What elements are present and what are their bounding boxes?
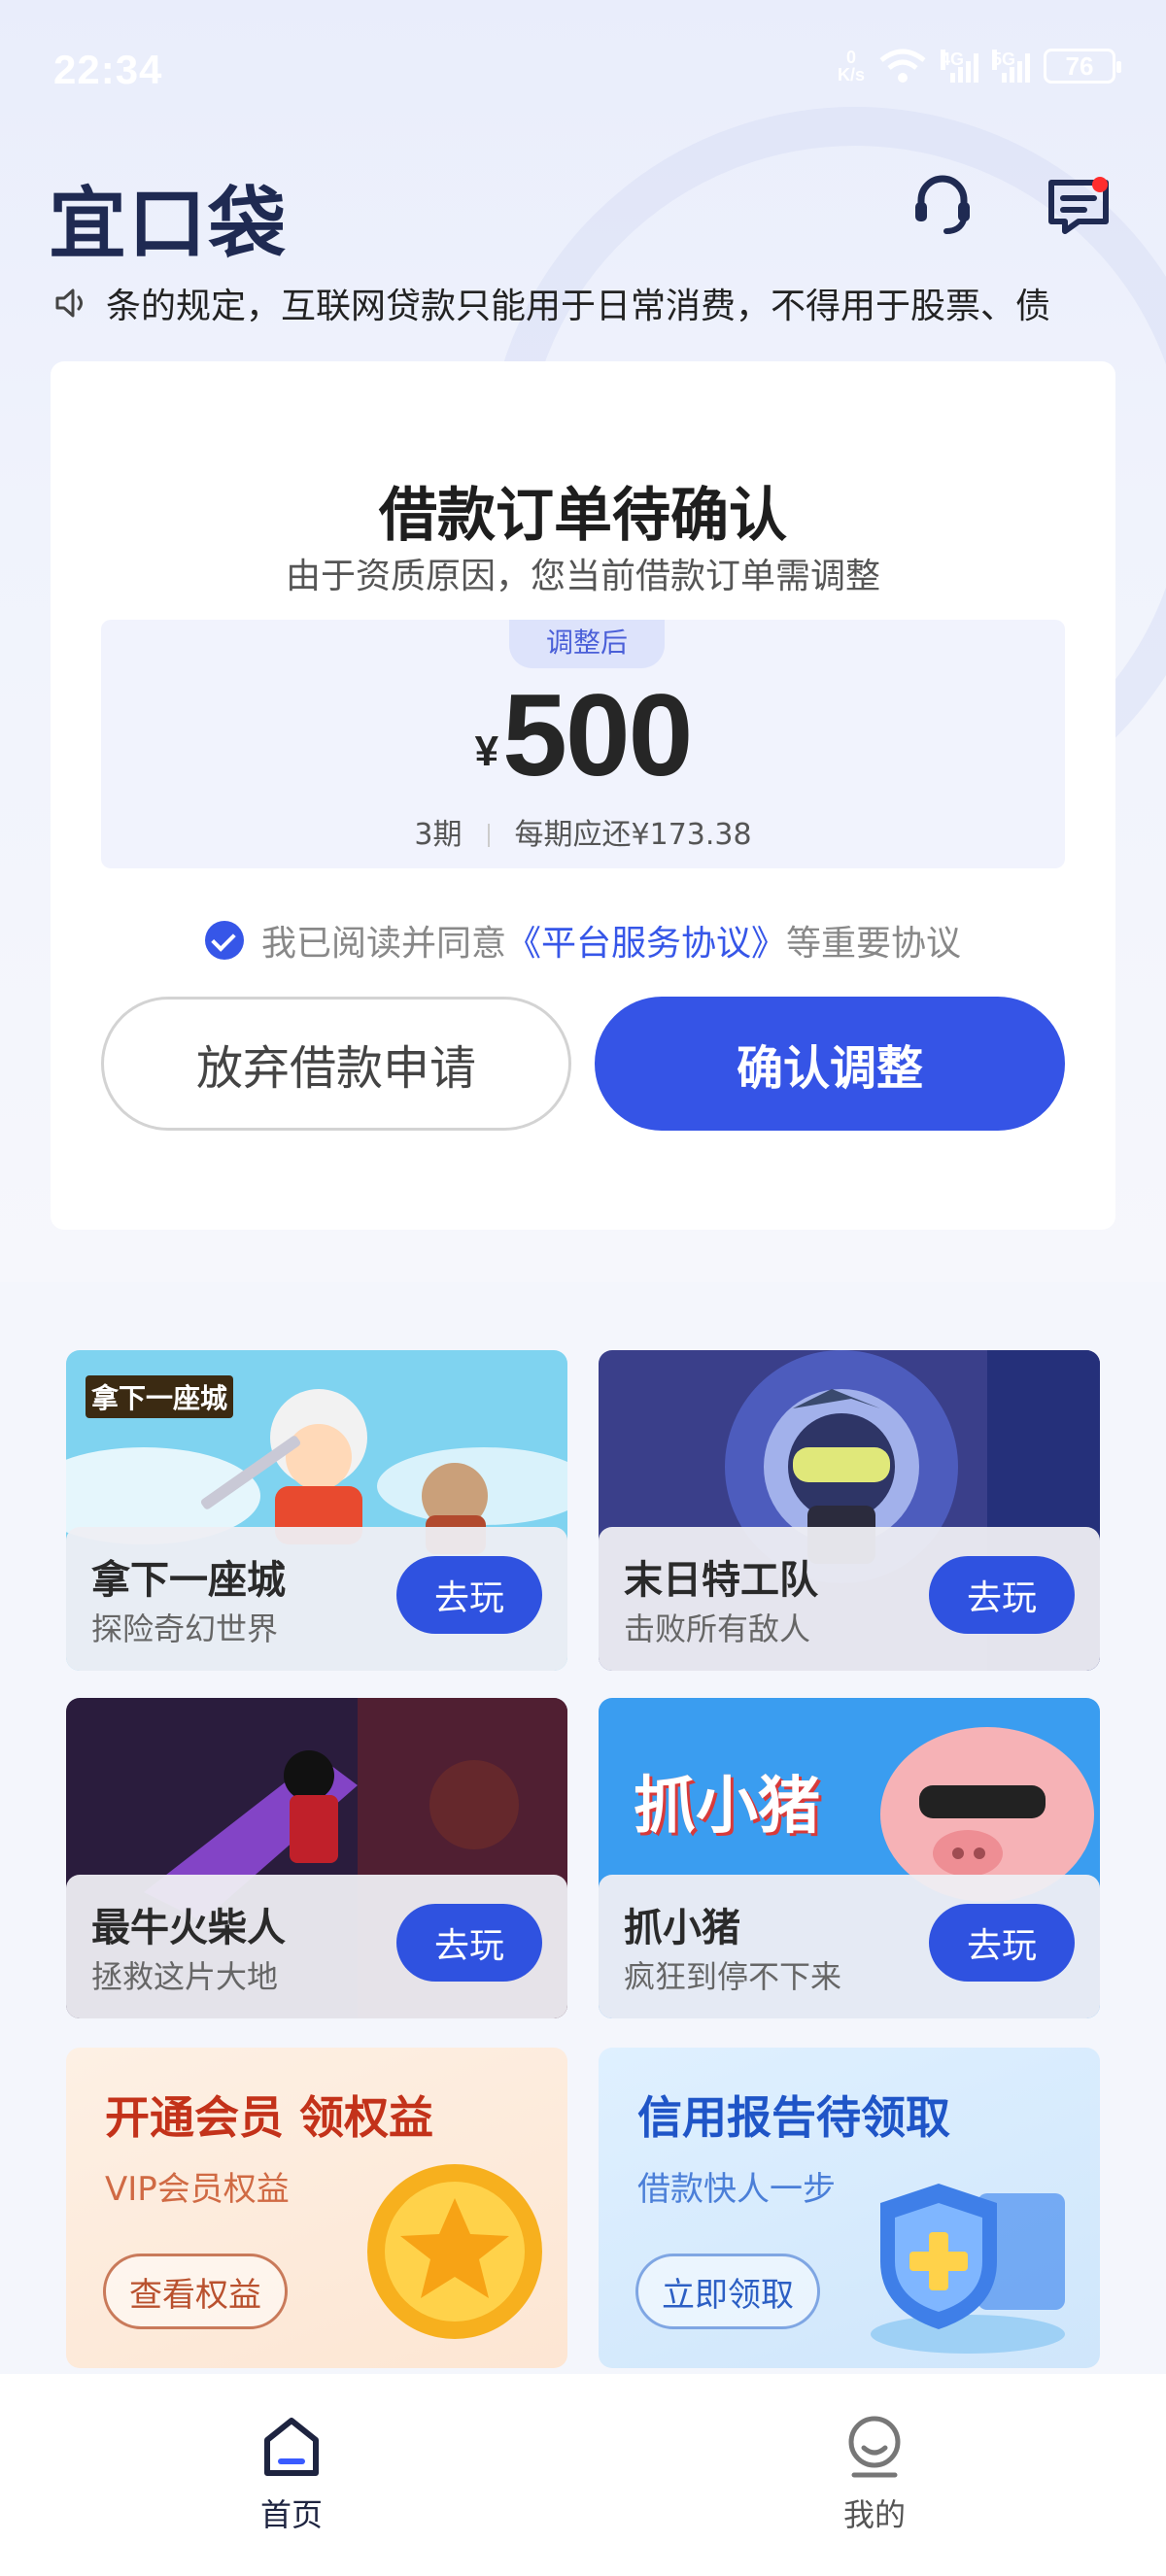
abandon-loan-button[interactable]: 放弃借款申请 — [101, 997, 571, 1131]
game-card[interactable]: 末日特工队 击败所有敌人 去玩 — [599, 1350, 1100, 1671]
currency-symbol: ¥ — [474, 728, 499, 775]
confirm-adjust-button[interactable]: 确认调整 — [595, 997, 1065, 1131]
unread-dot — [1092, 177, 1108, 192]
game-desc: 击败所有敌人 — [624, 1610, 811, 1647]
game-card[interactable]: 抓小猪 抓小猪 疯狂到停不下来 去玩 — [599, 1698, 1100, 2018]
amount-value: 500 — [502, 670, 693, 800]
game-card[interactable]: 最牛火柴人 拯救这片大地 去玩 — [66, 1698, 567, 2018]
game-banner-text: 拿下一座城 — [86, 1375, 234, 1418]
loan-order-card: 借款订单待确认 由于资质原因，您当前借款订单需调整 调整后 ¥500 3期 每期应… — [51, 361, 1115, 1230]
game-desc: 探险奇幻世界 — [91, 1610, 279, 1647]
app-header: 宜口袋 — [0, 155, 1166, 269]
play-button[interactable]: 去玩 — [396, 1904, 542, 1982]
profile-icon — [848, 2416, 901, 2478]
loan-amount: ¥500 — [101, 668, 1065, 802]
network-speed: 0 K/s — [837, 48, 865, 85]
credit-report-card[interactable]: 信用报告待领取 借款快人一步 立即领取 — [599, 2048, 1100, 2368]
promo-subtitle: VIP会员权益 — [105, 2170, 290, 2209]
message-icon[interactable] — [1040, 165, 1117, 243]
game-name: 最牛火柴人 — [91, 1906, 286, 1950]
periods: 3期 — [414, 818, 463, 852]
agree-checkbox[interactable] — [204, 921, 244, 960]
game-name: 抓小猪 — [624, 1906, 740, 1950]
promo-title: 开通会员 领权益 — [105, 2091, 434, 2144]
game-desc: 疯狂到停不下来 — [624, 1958, 842, 1995]
game-info: 最牛火柴人 拯救这片大地 去玩 — [66, 1875, 567, 2018]
game-info: 抓小猪 疯狂到停不下来 去玩 — [599, 1875, 1100, 2018]
view-benefits-button[interactable]: 查看权益 — [103, 2254, 288, 2329]
adjusted-tag: 调整后 — [509, 620, 665, 668]
status-time: 22:34 — [53, 47, 163, 92]
nav-home-label: 首页 — [259, 2496, 323, 2533]
play-button[interactable]: 去玩 — [929, 1904, 1075, 1982]
game-info: 拿下一座城 探险奇幻世界 去玩 — [66, 1527, 567, 1671]
gold-coin-icon — [367, 2164, 542, 2339]
wifi-icon — [879, 49, 926, 83]
game-name: 拿下一座城 — [91, 1558, 286, 1603]
nav-mine-label: 我的 — [842, 2496, 906, 2533]
speaker-icon — [55, 288, 83, 318]
card-subtitle: 由于资质原因，您当前借款订单需调整 — [285, 557, 880, 596]
card-title: 借款订单待确认 — [379, 482, 787, 550]
nav-home[interactable]: 首页 — [214, 2413, 369, 2535]
battery-icon: 76 — [1044, 49, 1121, 84]
cellular-signal-icon-2: 5G — [992, 50, 1030, 83]
app-logo: 宜口袋 — [49, 179, 288, 269]
game-name: 末日特工队 — [624, 1558, 818, 1603]
status-bar: 22:34 0 K/s 4G 5G 76 — [0, 0, 1166, 146]
promo-title: 信用报告待领取 — [637, 2091, 950, 2144]
game-card[interactable]: 拿下一座城 拿下一座城 探险奇幻世界 去玩 — [66, 1350, 567, 1671]
status-icons: 0 K/s 4G 5G 76 — [837, 48, 1121, 85]
game-desc: 拯救这片大地 — [91, 1958, 279, 1995]
promo-subtitle: 借款快人一步 — [637, 2170, 836, 2209]
game-info: 末日特工队 击败所有敌人 去玩 — [599, 1527, 1100, 1671]
home-icon — [264, 2418, 319, 2476]
bottom-navigation: 首页 我的 — [0, 2374, 1166, 2576]
shield-icon — [871, 2184, 1065, 2354]
amount-box: 调整后 ¥500 3期 每期应还¥173.38 — [101, 620, 1065, 868]
divider — [487, 824, 490, 847]
game-banner-text: 抓小猪 — [634, 1771, 820, 1843]
play-button[interactable]: 去玩 — [929, 1556, 1075, 1634]
repayment-detail: 3期 每期应还¥173.38 — [101, 810, 1065, 853]
cellular-signal-icon: 4G — [941, 50, 978, 83]
notice-text: 条的规定，互联网贷款只能用于日常消费，不得用于股票、债 — [106, 287, 1051, 326]
notice-bar[interactable]: 条的规定，互联网贷款只能用于日常消费，不得用于股票、债 — [53, 274, 1113, 332]
customer-service-icon[interactable] — [904, 165, 981, 243]
service-agreement-link[interactable]: 《平台服务协议》 — [506, 915, 786, 966]
vip-promo-card[interactable]: 开通会员 领权益 VIP会员权益 查看权益 — [66, 2048, 567, 2368]
agreement-row: 我已阅读并同意 《平台服务协议》 等重要协议 — [51, 915, 1115, 966]
per-period-payment: 每期应还¥173.38 — [514, 818, 752, 852]
claim-now-button[interactable]: 立即领取 — [635, 2254, 820, 2329]
play-button[interactable]: 去玩 — [396, 1556, 542, 1634]
nav-mine[interactable]: 我的 — [797, 2413, 952, 2535]
